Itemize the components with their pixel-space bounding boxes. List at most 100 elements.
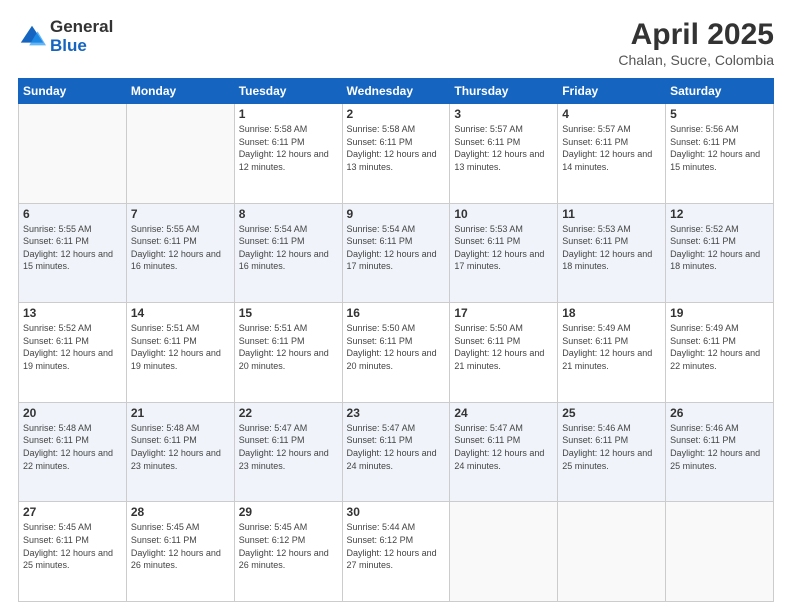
day-info: Sunrise: 5:57 AM Sunset: 6:11 PM Dayligh… bbox=[562, 123, 661, 173]
title-block: April 2025 Chalan, Sucre, Colombia bbox=[618, 18, 774, 68]
day-number: 7 bbox=[131, 207, 230, 221]
day-number: 10 bbox=[454, 207, 553, 221]
day-number: 3 bbox=[454, 107, 553, 121]
page: General Blue April 2025 Chalan, Sucre, C… bbox=[0, 0, 792, 612]
table-row: 21 Sunrise: 5:48 AM Sunset: 6:11 PM Dayli… bbox=[126, 402, 234, 502]
table-row: 20 Sunrise: 5:48 AM Sunset: 6:11 PM Dayli… bbox=[19, 402, 127, 502]
table-row: 4 Sunrise: 5:57 AM Sunset: 6:11 PM Daylig… bbox=[558, 104, 666, 204]
day-number: 17 bbox=[454, 306, 553, 320]
day-info: Sunrise: 5:58 AM Sunset: 6:11 PM Dayligh… bbox=[347, 123, 446, 173]
day-number: 28 bbox=[131, 505, 230, 519]
day-number: 23 bbox=[347, 406, 446, 420]
day-number: 26 bbox=[670, 406, 769, 420]
table-row: 15 Sunrise: 5:51 AM Sunset: 6:11 PM Dayli… bbox=[234, 303, 342, 403]
day-number: 2 bbox=[347, 107, 446, 121]
day-number: 4 bbox=[562, 107, 661, 121]
day-number: 25 bbox=[562, 406, 661, 420]
day-number: 19 bbox=[670, 306, 769, 320]
day-info: Sunrise: 5:56 AM Sunset: 6:11 PM Dayligh… bbox=[670, 123, 769, 173]
table-row bbox=[558, 502, 666, 602]
calendar-week-row: 13 Sunrise: 5:52 AM Sunset: 6:11 PM Dayli… bbox=[19, 303, 774, 403]
table-row: 10 Sunrise: 5:53 AM Sunset: 6:11 PM Dayli… bbox=[450, 203, 558, 303]
col-wednesday: Wednesday bbox=[342, 79, 450, 104]
day-number: 12 bbox=[670, 207, 769, 221]
day-info: Sunrise: 5:48 AM Sunset: 6:11 PM Dayligh… bbox=[23, 422, 122, 472]
day-number: 13 bbox=[23, 306, 122, 320]
day-number: 9 bbox=[347, 207, 446, 221]
day-info: Sunrise: 5:53 AM Sunset: 6:11 PM Dayligh… bbox=[454, 223, 553, 273]
day-info: Sunrise: 5:52 AM Sunset: 6:11 PM Dayligh… bbox=[670, 223, 769, 273]
day-info: Sunrise: 5:54 AM Sunset: 6:11 PM Dayligh… bbox=[239, 223, 338, 273]
calendar-header-row: Sunday Monday Tuesday Wednesday Thursday… bbox=[19, 79, 774, 104]
table-row bbox=[450, 502, 558, 602]
table-row: 25 Sunrise: 5:46 AM Sunset: 6:11 PM Dayli… bbox=[558, 402, 666, 502]
day-number: 1 bbox=[239, 107, 338, 121]
table-row: 7 Sunrise: 5:55 AM Sunset: 6:11 PM Daylig… bbox=[126, 203, 234, 303]
location: Chalan, Sucre, Colombia bbox=[618, 52, 774, 68]
calendar: Sunday Monday Tuesday Wednesday Thursday… bbox=[18, 78, 774, 602]
day-info: Sunrise: 5:50 AM Sunset: 6:11 PM Dayligh… bbox=[454, 322, 553, 372]
table-row: 3 Sunrise: 5:57 AM Sunset: 6:11 PM Daylig… bbox=[450, 104, 558, 204]
day-info: Sunrise: 5:52 AM Sunset: 6:11 PM Dayligh… bbox=[23, 322, 122, 372]
day-number: 15 bbox=[239, 306, 338, 320]
table-row: 16Sunrise: 5:50 AM Sunset: 6:11 PM Dayli… bbox=[342, 303, 450, 403]
table-row: 29 Sunrise: 5:45 AM Sunset: 6:12 PM Dayli… bbox=[234, 502, 342, 602]
day-info: Sunrise: 5:51 AM Sunset: 6:11 PM Dayligh… bbox=[239, 322, 338, 372]
col-friday: Friday bbox=[558, 79, 666, 104]
table-row: 6 Sunrise: 5:55 AM Sunset: 6:11 PM Daylig… bbox=[19, 203, 127, 303]
day-number: 18 bbox=[562, 306, 661, 320]
day-number: 22 bbox=[239, 406, 338, 420]
table-row: 30Sunrise: 5:44 AM Sunset: 6:12 PM Dayli… bbox=[342, 502, 450, 602]
logo: General Blue bbox=[18, 18, 113, 55]
logo-text: General Blue bbox=[50, 18, 113, 55]
day-info: Sunrise: 5:48 AM Sunset: 6:11 PM Dayligh… bbox=[131, 422, 230, 472]
day-info: Sunrise: 5:45 AM Sunset: 6:12 PM Dayligh… bbox=[239, 521, 338, 571]
calendar-week-row: 20 Sunrise: 5:48 AM Sunset: 6:11 PM Dayli… bbox=[19, 402, 774, 502]
header: General Blue April 2025 Chalan, Sucre, C… bbox=[18, 18, 774, 68]
table-row: 19 Sunrise: 5:49 AM Sunset: 6:11 PM Dayli… bbox=[666, 303, 774, 403]
table-row: 5 Sunrise: 5:56 AM Sunset: 6:11 PM Daylig… bbox=[666, 104, 774, 204]
logo-blue: Blue bbox=[50, 37, 113, 56]
day-info: Sunrise: 5:57 AM Sunset: 6:11 PM Dayligh… bbox=[454, 123, 553, 173]
day-number: 14 bbox=[131, 306, 230, 320]
day-info: Sunrise: 5:54 AM Sunset: 6:11 PM Dayligh… bbox=[347, 223, 446, 273]
table-row: 11Sunrise: 5:53 AM Sunset: 6:11 PM Dayli… bbox=[558, 203, 666, 303]
day-info: Sunrise: 5:47 AM Sunset: 6:11 PM Dayligh… bbox=[239, 422, 338, 472]
day-number: 6 bbox=[23, 207, 122, 221]
logo-icon bbox=[18, 23, 46, 51]
table-row: 12 Sunrise: 5:52 AM Sunset: 6:11 PM Dayli… bbox=[666, 203, 774, 303]
table-row: 9 Sunrise: 5:54 AM Sunset: 6:11 PM Daylig… bbox=[342, 203, 450, 303]
table-row: 27 Sunrise: 5:45 AM Sunset: 6:11 PM Dayli… bbox=[19, 502, 127, 602]
table-row: 28 Sunrise: 5:45 AM Sunset: 6:11 PM Dayli… bbox=[126, 502, 234, 602]
calendar-week-row: 1 Sunrise: 5:58 AM Sunset: 6:11 PM Daylig… bbox=[19, 104, 774, 204]
day-info: Sunrise: 5:49 AM Sunset: 6:11 PM Dayligh… bbox=[670, 322, 769, 372]
table-row: 22 Sunrise: 5:47 AM Sunset: 6:11 PM Dayli… bbox=[234, 402, 342, 502]
col-thursday: Thursday bbox=[450, 79, 558, 104]
day-number: 5 bbox=[670, 107, 769, 121]
day-info: Sunrise: 5:49 AM Sunset: 6:11 PM Dayligh… bbox=[562, 322, 661, 372]
day-info: Sunrise: 5:58 AM Sunset: 6:11 PM Dayligh… bbox=[239, 123, 338, 173]
day-number: 27 bbox=[23, 505, 122, 519]
table-row: 13 Sunrise: 5:52 AM Sunset: 6:11 PM Dayli… bbox=[19, 303, 127, 403]
table-row bbox=[19, 104, 127, 204]
day-info: Sunrise: 5:45 AM Sunset: 6:11 PM Dayligh… bbox=[131, 521, 230, 571]
day-info: Sunrise: 5:46 AM Sunset: 6:11 PM Dayligh… bbox=[670, 422, 769, 472]
table-row: 23 Sunrise: 5:47 AM Sunset: 6:11 PM Dayli… bbox=[342, 402, 450, 502]
day-info: Sunrise: 5:47 AM Sunset: 6:11 PM Dayligh… bbox=[347, 422, 446, 472]
day-info: Sunrise: 5:46 AM Sunset: 6:11 PM Dayligh… bbox=[562, 422, 661, 472]
table-row: 8Sunrise: 5:54 AM Sunset: 6:11 PM Daylig… bbox=[234, 203, 342, 303]
day-info: Sunrise: 5:55 AM Sunset: 6:11 PM Dayligh… bbox=[131, 223, 230, 273]
table-row bbox=[666, 502, 774, 602]
table-row bbox=[126, 104, 234, 204]
table-row: 26 Sunrise: 5:46 AM Sunset: 6:11 PM Dayli… bbox=[666, 402, 774, 502]
day-number: 24 bbox=[454, 406, 553, 420]
col-saturday: Saturday bbox=[666, 79, 774, 104]
day-number: 21 bbox=[131, 406, 230, 420]
logo-general: General bbox=[50, 18, 113, 37]
day-info: Sunrise: 5:45 AM Sunset: 6:11 PM Dayligh… bbox=[23, 521, 122, 571]
table-row: 1 Sunrise: 5:58 AM Sunset: 6:11 PM Daylig… bbox=[234, 104, 342, 204]
day-number: 29 bbox=[239, 505, 338, 519]
day-info: Sunrise: 5:55 AM Sunset: 6:11 PM Dayligh… bbox=[23, 223, 122, 273]
day-number: 20 bbox=[23, 406, 122, 420]
day-info: Sunrise: 5:51 AM Sunset: 6:11 PM Dayligh… bbox=[131, 322, 230, 372]
